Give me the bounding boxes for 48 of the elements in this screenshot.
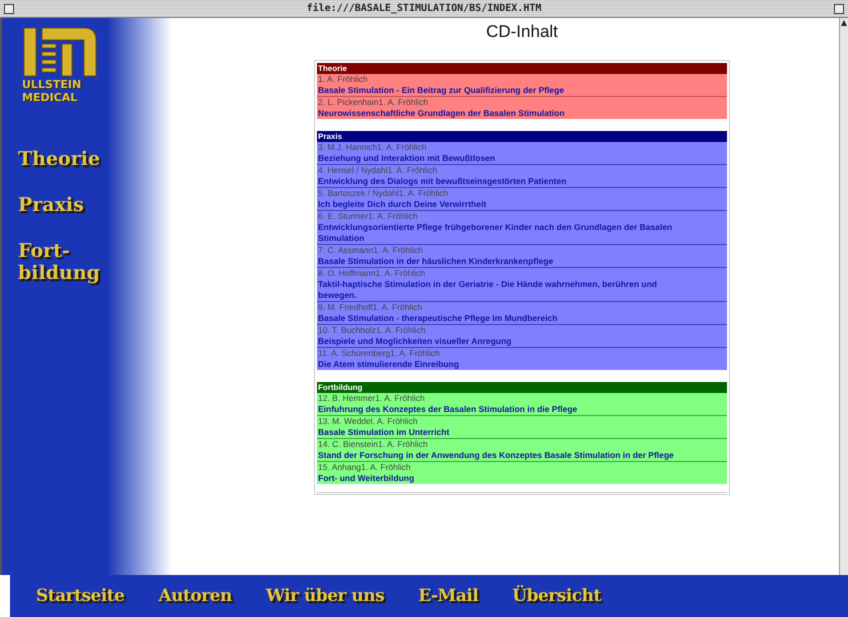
bottom-nav-link[interactable]: E-Mail: [418, 586, 478, 606]
section-header: Praxis: [317, 131, 727, 142]
logo-text: ULLSTEIN: [22, 78, 82, 91]
sidebar-link[interactable]: Theorie: [18, 148, 185, 170]
entry-author: 3. M.J. Hannich1. A. Fröhlich: [318, 142, 428, 153]
entry-title-link[interactable]: Entwicklung des Dialogs mit bewußtseinsgestörten Patienten: [318, 176, 697, 187]
section-header: Fortbildung: [317, 382, 727, 393]
entry-title-link[interactable]: Basale Stimulation - Ein Beitrag zur Qualifizierung der Pflege: [318, 85, 697, 96]
entry-title-link[interactable]: Fort- und Weiterbildung: [318, 473, 697, 484]
bottom-nav-link[interactable]: Übersicht: [512, 586, 601, 606]
entry-title-link[interactable]: Basale Stimulation - therapeutische Pflege im Mundbereich: [318, 313, 697, 324]
entry-title-link[interactable]: Beispiele und Moglichkeiten visueller Anregung: [318, 336, 697, 347]
bottom-nav-link[interactable]: Autoren: [158, 586, 232, 606]
section-header: Theorie: [317, 63, 727, 74]
entry-author: 11. A. Schürenberg1. A. Fröhlich: [318, 348, 441, 359]
entry-title-link[interactable]: Einfuhrung des Konzeptes der Basalen Stimulation in die Pflege: [318, 404, 697, 415]
window-title: file:///BASALE_STIMULATION/BS/INDEX.HTM: [306, 3, 542, 14]
entry-title-link[interactable]: Neurowissenschaftliche Grundlagen der Basalen Stimulation: [318, 108, 697, 119]
entry-author: 7. C. Assmann1. A. Fröhlich: [318, 245, 424, 256]
entry-author: 4. Hensel / Nydahl1. A. Fröhlich: [318, 165, 438, 176]
page-title: CD-Inhalt: [486, 22, 558, 42]
entry-author: 5. Bartoszek / Nydahl1. A. Fröhlich: [318, 188, 450, 199]
entry-author: 12. B. Hemmer1. A. Fröhlich: [318, 393, 426, 404]
zoom-box-icon[interactable]: [834, 4, 844, 14]
entry-author: 1. A. Fröhlich: [318, 74, 369, 85]
logo-text: MEDICAL: [22, 91, 78, 104]
entry-author: 15. Anhang1. A. Fröhlich: [318, 462, 412, 473]
entry-author: 10. T. Buchholz1. A. Fröhlich: [318, 325, 427, 336]
entry-author: 8. O. Hoffmann1. A. Fröhlich: [318, 268, 426, 279]
entry-author: 9. M. Friedhoff1. A. Fröhlich: [318, 302, 424, 313]
entry-title-link[interactable]: Stand der Forschung in der Anwendung des Konzeptes Basale Stimulation in der Pflege: [318, 450, 697, 461]
entry-title-link[interactable]: Taktil-haptische Stimulation in der Geriatrie - Die Hände wahrnehmen, berühren und bewegen.: [318, 279, 697, 301]
entry-author: 6. E. Sturmer1. A. Fröhlich: [318, 211, 419, 222]
close-box-icon[interactable]: [4, 4, 14, 14]
entry-author: 14. C. Bienstein1. A. Fröhlich: [318, 439, 429, 450]
logo-icon: [22, 26, 98, 78]
entry-author: 2. L. Pickenhain1. A. Fröhlich: [318, 97, 430, 108]
bottom-nav-link[interactable]: Startseite: [36, 586, 124, 606]
sidebar-link[interactable]: Fort- bildung: [18, 240, 185, 284]
entry-title-link[interactable]: Entwicklungsorientierte Pflege frühgeborener Kinder nach den Grundlagen der Basalen Stimulation: [318, 222, 697, 244]
entry-title-link[interactable]: Die Atem stimulierende Einreibung: [318, 359, 697, 370]
entry-author: 13. M. Weddel. A. Fröhlich: [318, 416, 419, 427]
entry-title-link[interactable]: Ich begleite Dich durch Deine Verwirrtheit: [318, 199, 697, 210]
bottom-nav-link[interactable]: Wir über uns: [266, 586, 384, 606]
entry-title-link[interactable]: Beziehung und Interaktion mit Bewußtlosen: [318, 153, 697, 164]
entry-title-link[interactable]: Basale Stimulation im Unterricht: [318, 427, 697, 438]
entry-title-link[interactable]: Basale Stimulation in der häuslichen Kinderkrankenpflege: [318, 256, 697, 267]
sidebar-link[interactable]: Praxis: [18, 194, 185, 216]
